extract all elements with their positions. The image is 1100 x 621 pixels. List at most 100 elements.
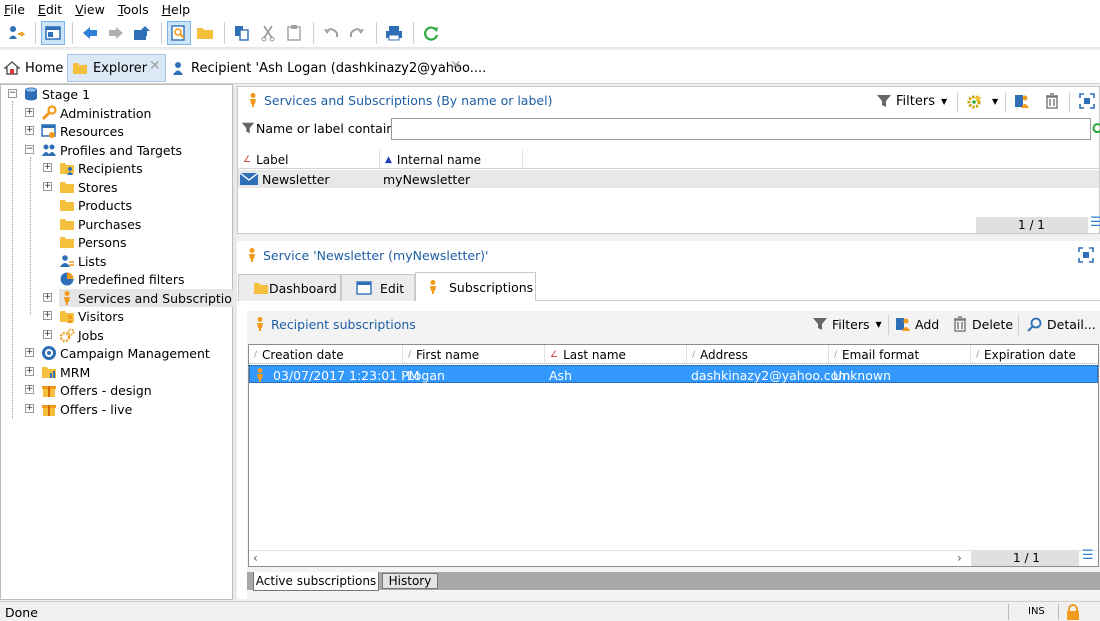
close-recipient-tab-icon[interactable]: ✕: [450, 58, 462, 74]
tree-item-offers-design[interactable]: Offers - design: [41, 381, 152, 399]
delete-subscription-button[interactable]: Delete: [952, 316, 1013, 332]
preview-button[interactable]: [167, 20, 191, 45]
tree-item-resources[interactable]: Resources: [41, 122, 124, 140]
connect-button[interactable]: [4, 21, 28, 45]
sort-ascending-icon: ▲: [385, 154, 392, 165]
tree-item-products[interactable]: Products: [59, 196, 132, 214]
chevron-down-icon: ▼: [875, 319, 882, 329]
column-header-email-format[interactable]: ∕ Email format: [829, 345, 971, 364]
tree-expand-toggle[interactable]: +: [25, 404, 34, 413]
tab-history[interactable]: History: [382, 573, 438, 589]
tab-edit[interactable]: Edit: [341, 274, 415, 301]
open-folder-button[interactable]: [193, 21, 217, 45]
menu-edit[interactable]: Edit: [38, 2, 62, 17]
add-subscription-button[interactable]: Add: [895, 316, 939, 332]
column-header-label[interactable]: ∠ Label: [238, 150, 380, 169]
cut-button[interactable]: [256, 21, 280, 45]
service-detail-title: Service 'Newsletter (myNewsletter)': [245, 247, 489, 263]
up-folder-button[interactable]: [130, 21, 154, 45]
column-header-internal-name[interactable]: ▲ Internal name: [380, 150, 523, 169]
tab-active-subscriptions[interactable]: Active subscriptions: [253, 572, 379, 591]
paste-button[interactable]: [282, 21, 306, 45]
tree-item-offers-live[interactable]: Offers - live: [41, 400, 132, 418]
tree-item-recipients[interactable]: Recipients: [59, 159, 143, 177]
tree-item-administration[interactable]: Administration: [41, 104, 151, 122]
menu-tools[interactable]: Tools: [118, 2, 149, 17]
menu-help[interactable]: Help: [162, 2, 191, 17]
tree-item-purchases[interactable]: Purchases: [59, 215, 141, 233]
maximize-services-button[interactable]: [1079, 93, 1099, 109]
tree-item-stage1[interactable]: Stage 1: [23, 85, 90, 103]
tree-item-persons[interactable]: Persons: [59, 233, 127, 251]
subscriptions-filters-button[interactable]: Filters ▼: [812, 316, 882, 332]
detail-button[interactable]: Detail...: [1027, 316, 1096, 332]
tree-expand-toggle[interactable]: +: [43, 311, 52, 320]
tree-item-mrm[interactable]: MRM: [41, 363, 90, 381]
column-header-first-name[interactable]: ∕ First name: [403, 345, 545, 364]
edit-service-button[interactable]: [1014, 93, 1034, 109]
tab-dashboard[interactable]: Dashboard: [238, 274, 341, 301]
tree-item-predefined-filters[interactable]: Predefined filters: [59, 270, 184, 288]
maximize-detail-button[interactable]: [1078, 247, 1098, 263]
gift-icon: [42, 386, 56, 397]
tree-expand-toggle[interactable]: +: [43, 293, 52, 302]
tab-recipient[interactable]: Recipient 'Ash Logan (dashkinazy2@yahoo.…: [170, 54, 486, 82]
menu-file[interactable]: File: [4, 2, 25, 17]
tree-expand-toggle[interactable]: +: [43, 163, 52, 172]
column-menu-icon[interactable]: ☰: [1090, 215, 1100, 230]
scroll-left-icon[interactable]: ‹: [253, 551, 258, 565]
services-filters-button[interactable]: Filters ▼: [876, 93, 947, 109]
tree-item-jobs[interactable]: Jobs: [59, 326, 104, 344]
back-button[interactable]: [78, 21, 102, 45]
column-header-last-name[interactable]: ∠ Last name: [545, 345, 687, 364]
tree-expand-toggle[interactable]: +: [25, 385, 34, 394]
delete-service-button[interactable]: [1044, 93, 1064, 109]
folder-icon: [60, 200, 74, 211]
redo-button[interactable]: [345, 21, 369, 45]
tree-expand-toggle[interactable]: +: [25, 348, 34, 357]
tree-item-campaign-management[interactable]: Campaign Management: [41, 344, 210, 362]
forward-button[interactable]: [104, 21, 128, 45]
column-header-creation-date[interactable]: ∕ Creation date: [249, 345, 403, 364]
refresh-button[interactable]: [419, 21, 443, 45]
tree-expand-toggle[interactable]: +: [25, 108, 34, 117]
tree-expand-toggle[interactable]: +: [25, 126, 34, 135]
refresh-icon[interactable]: [1092, 121, 1100, 137]
tree-item-stores[interactable]: Stores: [59, 178, 118, 196]
status-bar: Done INS: [0, 601, 1100, 621]
column-header-expiration-date[interactable]: ∕ Expiration date: [971, 345, 1098, 364]
table-row[interactable]: Newsletter myNewsletter: [238, 170, 1099, 188]
tree-item-visitors[interactable]: Visitors: [59, 307, 124, 325]
close-explorer-tab-icon[interactable]: ✕: [149, 58, 161, 74]
envelope-icon: [240, 173, 258, 185]
undo-button[interactable]: [319, 21, 343, 45]
tree-collapse-toggle[interactable]: −: [25, 145, 34, 154]
explorer-view-button[interactable]: [41, 20, 65, 45]
resources-icon: [41, 124, 56, 138]
tree-expand-toggle[interactable]: +: [43, 182, 52, 191]
table-row[interactable]: 03/07/2017 1:23:01 PM Logan Ash dashkina…: [249, 365, 1098, 383]
bottom-tab-bar: Active subscriptions History: [247, 572, 1100, 591]
column-header-address[interactable]: ∕ Address: [687, 345, 829, 364]
scroll-right-icon[interactable]: ›: [957, 551, 962, 565]
tree-expand-toggle[interactable]: +: [43, 330, 52, 339]
copy-button[interactable]: [230, 21, 254, 45]
navigation-tree: − Stage 1 + Administration + Resources −…: [0, 84, 251, 600]
tree-item-lists[interactable]: Lists: [59, 252, 106, 270]
arrow-right-icon: [109, 26, 123, 39]
insert-mode-indicator: INS: [1028, 606, 1045, 617]
toolbar-separator: [413, 21, 414, 44]
tab-home[interactable]: Home: [4, 54, 63, 82]
tree-item-profiles-targets[interactable]: Profiles and Targets: [41, 141, 182, 159]
print-button[interactable]: [382, 21, 406, 45]
new-service-button[interactable]: ▼: [966, 93, 998, 109]
toolbar-separator: [161, 21, 162, 44]
search-label: Name or label contains:: [256, 121, 405, 136]
menu-view[interactable]: View: [75, 2, 105, 17]
tab-subscriptions[interactable]: Subscriptions: [415, 272, 536, 301]
tree-expand-toggle[interactable]: +: [25, 367, 34, 376]
search-input[interactable]: [391, 118, 1091, 140]
column-menu-icon[interactable]: ☰: [1082, 548, 1094, 563]
tree-collapse-toggle[interactable]: −: [8, 89, 17, 98]
tree-item-services-subscriptions[interactable]: Services and Subscriptions: [59, 289, 251, 307]
